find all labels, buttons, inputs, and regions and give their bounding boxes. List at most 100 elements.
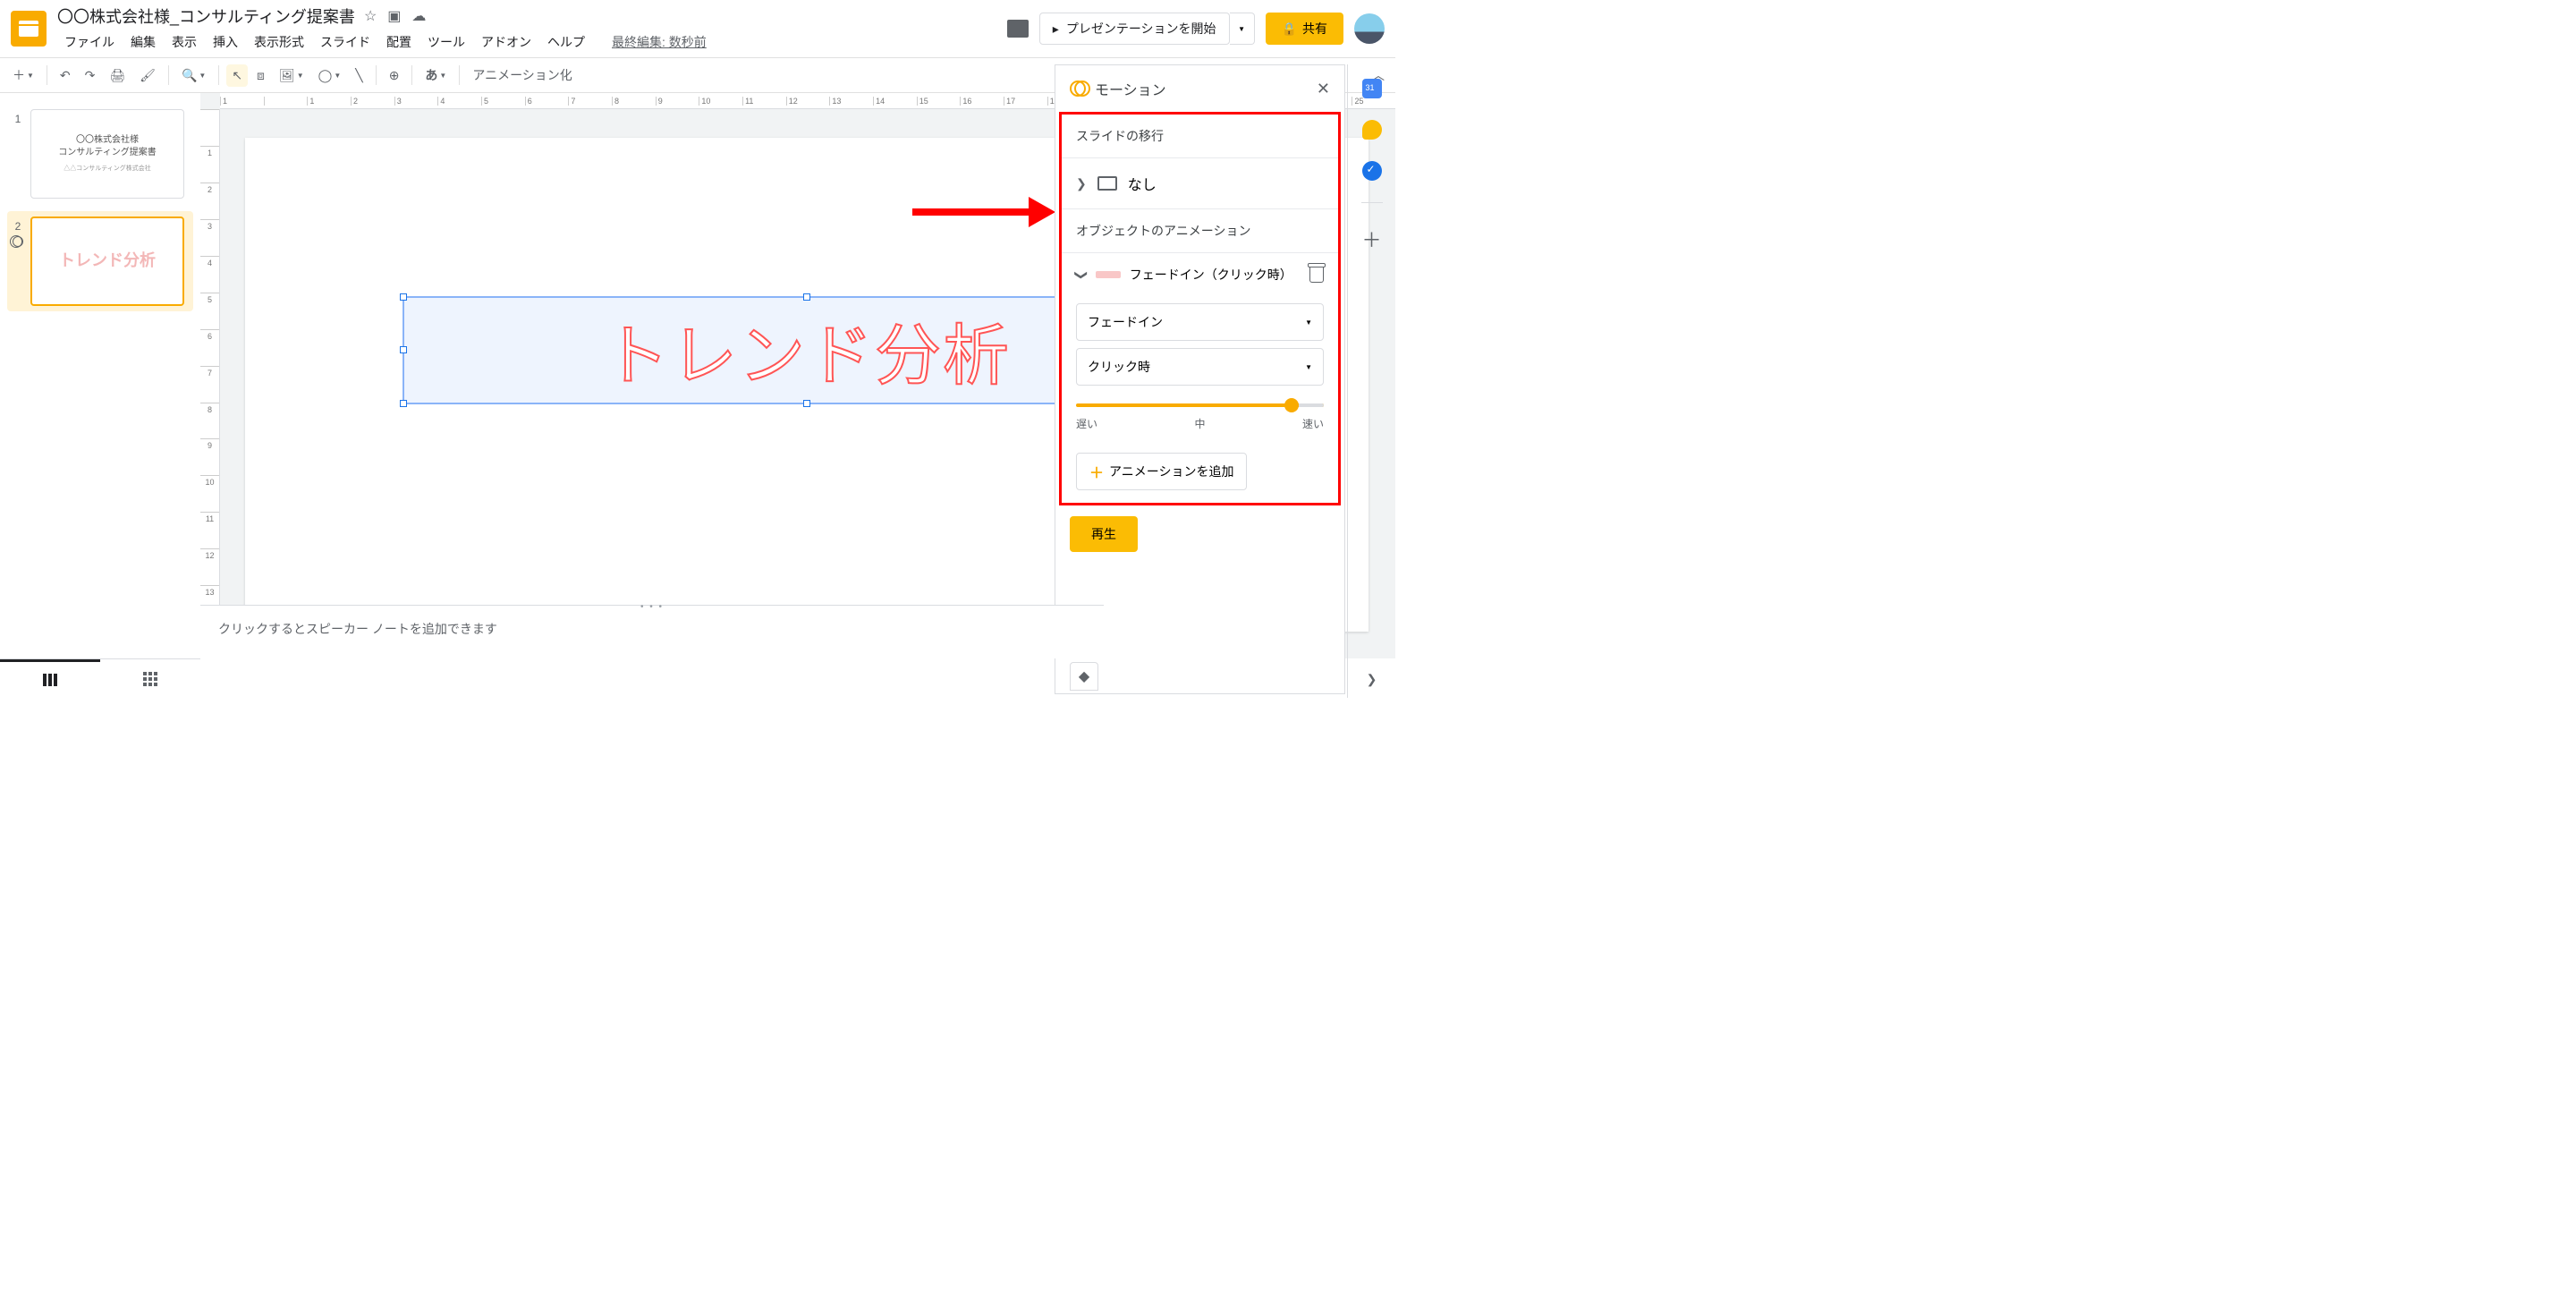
animation-type-select[interactable]: フェードイン ▼ [1076, 303, 1324, 341]
calendar-icon[interactable] [1362, 79, 1382, 98]
comment-tool[interactable]: ⊕ [384, 64, 405, 87]
chevron-right-icon: ❯ [1076, 176, 1087, 191]
textbox-tool[interactable]: ⧈ [251, 64, 270, 87]
side-panel: ＋ ❯ [1347, 64, 1395, 698]
menu-arrange[interactable]: 配置 [379, 31, 419, 53]
add-animation-label: アニメーションを追加 [1109, 463, 1233, 480]
app-header: 〇〇株式会社様_コンサルティング提案書 ☆ ▣ ☁ ファイル 編集 表示 挿入 … [0, 0, 1395, 57]
doc-title[interactable]: 〇〇株式会社様_コンサルティング提案書 [57, 4, 355, 28]
dropdown-caret-icon: ▼ [1305, 363, 1312, 371]
collapse-sidepanel-icon[interactable]: ❯ [1367, 672, 1377, 687]
transition-row[interactable]: ❯ なし [1062, 158, 1338, 209]
resize-handle-bl[interactable] [400, 400, 407, 407]
slide-thumbnail-1[interactable]: 1 〇〇株式会社様 コンサルティング提案書 △△コンサルティング株式会社 [7, 104, 193, 204]
resize-handle-tl[interactable] [400, 293, 407, 301]
resize-handle-ml[interactable] [400, 346, 407, 353]
paint-format-button[interactable]: 🖌 [134, 64, 161, 87]
line-tool[interactable]: ╲ [350, 64, 368, 87]
last-edit-link[interactable]: 最終編集: 数秒前 [605, 31, 714, 53]
select-tool[interactable]: ↖ [226, 64, 248, 87]
star-icon[interactable]: ☆ [364, 7, 377, 25]
animation-entry-row[interactable]: ❯ フェードイン（クリック時） [1062, 253, 1338, 296]
share-button[interactable]: 🔒 共有 [1266, 13, 1343, 45]
menu-insert[interactable]: 挿入 [206, 31, 245, 53]
present-dropdown[interactable]: ▼ [1230, 13, 1255, 45]
menu-edit[interactable]: 編集 [123, 31, 163, 53]
animate-button[interactable]: アニメーション化 [467, 63, 577, 88]
share-button-label: 共有 [1302, 20, 1327, 38]
motion-icon [1070, 81, 1086, 97]
zoom-button[interactable]: 🔍▼ [176, 64, 211, 87]
undo-button[interactable]: ↶ [55, 64, 76, 87]
resize-handle-bm[interactable] [803, 400, 810, 407]
keep-icon[interactable] [1362, 120, 1382, 140]
present-button-label: プレゼンテーションを開始 [1066, 20, 1216, 38]
transition-section-title: スライドの移行 [1062, 115, 1338, 158]
menu-file[interactable]: ファイル [57, 31, 122, 53]
animation-trigger-select[interactable]: クリック時 ▼ [1076, 348, 1324, 386]
animation-color-chip [1096, 271, 1121, 278]
shape-tool[interactable]: ◯▼ [313, 64, 347, 87]
lock-icon: 🔒 [1282, 21, 1297, 37]
motion-panel: モーション ✕ スライドの移行 ❯ なし オブジェクトのアニメーション ❯ フェ… [1055, 64, 1345, 694]
speaker-notes[interactable]: • • • クリックするとスピーカー ノートを追加できます [200, 605, 1104, 658]
slide-icon [1097, 176, 1117, 191]
menu-slide[interactable]: スライド [313, 31, 377, 53]
motion-panel-title: モーション [1095, 78, 1166, 99]
speed-slow-label: 遅い [1076, 416, 1097, 431]
menu-help[interactable]: ヘルプ [540, 31, 592, 53]
slide-text-content: トレンド分析 [603, 302, 1011, 398]
addons-plus-icon[interactable]: ＋ [1361, 225, 1381, 253]
explore-button[interactable]: ◆ [1070, 662, 1098, 691]
present-play-icon: ▸ [1053, 21, 1059, 37]
menu-bar: ファイル 編集 表示 挿入 表示形式 スライド 配置 ツール アドオン ヘルプ … [57, 31, 1007, 53]
slide-thumbnail-card: トレンド分析 [30, 216, 184, 306]
animation-trigger-value: クリック時 [1088, 358, 1150, 376]
speed-slider[interactable] [1076, 403, 1324, 407]
thumb1-title: 〇〇株式会社様 [76, 134, 139, 147]
motion-panel-body: スライドの移行 ❯ なし オブジェクトのアニメーション ❯ フェードイン（クリッ… [1059, 112, 1341, 505]
print-button[interactable]: 🖨 [104, 64, 131, 87]
transition-value: なし [1128, 173, 1157, 194]
comments-icon[interactable] [1007, 20, 1029, 38]
image-tool[interactable]: 🖼▼ [274, 64, 309, 87]
play-button[interactable]: 再生 [1070, 516, 1138, 552]
grid-icon [143, 672, 157, 686]
slide-thumbnail-2[interactable]: 2 トレンド分析 [7, 211, 193, 311]
speed-fast-label: 速い [1302, 416, 1324, 431]
speed-labels: 遅い 中 速い [1062, 412, 1338, 444]
filmstrip-panel: 1 〇〇株式会社様 コンサルティング提案書 △△コンサルティング株式会社 2 ト… [0, 93, 200, 658]
close-icon[interactable]: ✕ [1317, 80, 1330, 98]
slide-number: 1 [11, 109, 25, 125]
slides-logo[interactable] [11, 11, 47, 47]
present-button[interactable]: ▸ プレゼンテーションを開始 [1039, 13, 1230, 45]
thumb1-subtitle: コンサルティング提案書 [58, 147, 156, 159]
menu-view[interactable]: 表示 [165, 31, 204, 53]
thumb2-text: トレンド分析 [59, 250, 156, 272]
chevron-down-icon: ❯ [1073, 269, 1089, 280]
drag-handle-icon[interactable]: • • • [640, 602, 664, 612]
filmstrip-icon [43, 674, 57, 686]
menu-format[interactable]: 表示形式 [247, 31, 311, 53]
object-anim-section-title: オブジェクトのアニメーション [1062, 209, 1338, 253]
menu-addons[interactable]: アドオン [474, 31, 538, 53]
tasks-icon[interactable] [1362, 161, 1382, 181]
animation-entry-label: フェードイン（クリック時） [1130, 266, 1292, 284]
has-animation-icon [13, 236, 23, 247]
add-animation-button[interactable]: ＋ アニメーションを追加 [1076, 453, 1247, 490]
move-folder-icon[interactable]: ▣ [387, 7, 401, 25]
filmstrip-view-button[interactable] [0, 659, 100, 698]
cloud-status-icon[interactable]: ☁ [411, 7, 426, 25]
resize-handle-tm[interactable] [803, 293, 810, 301]
vertical-ruler[interactable]: 1234567891011121314 [200, 109, 220, 658]
menu-tools[interactable]: ツール [420, 31, 472, 53]
account-avatar[interactable] [1354, 13, 1385, 44]
play-button-label: 再生 [1091, 527, 1116, 541]
ime-button[interactable]: あ▼ [419, 63, 452, 88]
speed-mid-label: 中 [1194, 416, 1205, 431]
grid-view-button[interactable] [100, 659, 200, 698]
thumb1-footer: △△コンサルティング株式会社 [64, 165, 151, 174]
redo-button[interactable]: ↷ [80, 64, 101, 87]
trash-icon[interactable] [1309, 267, 1324, 283]
new-slide-button[interactable]: ＋▼ [7, 63, 39, 88]
